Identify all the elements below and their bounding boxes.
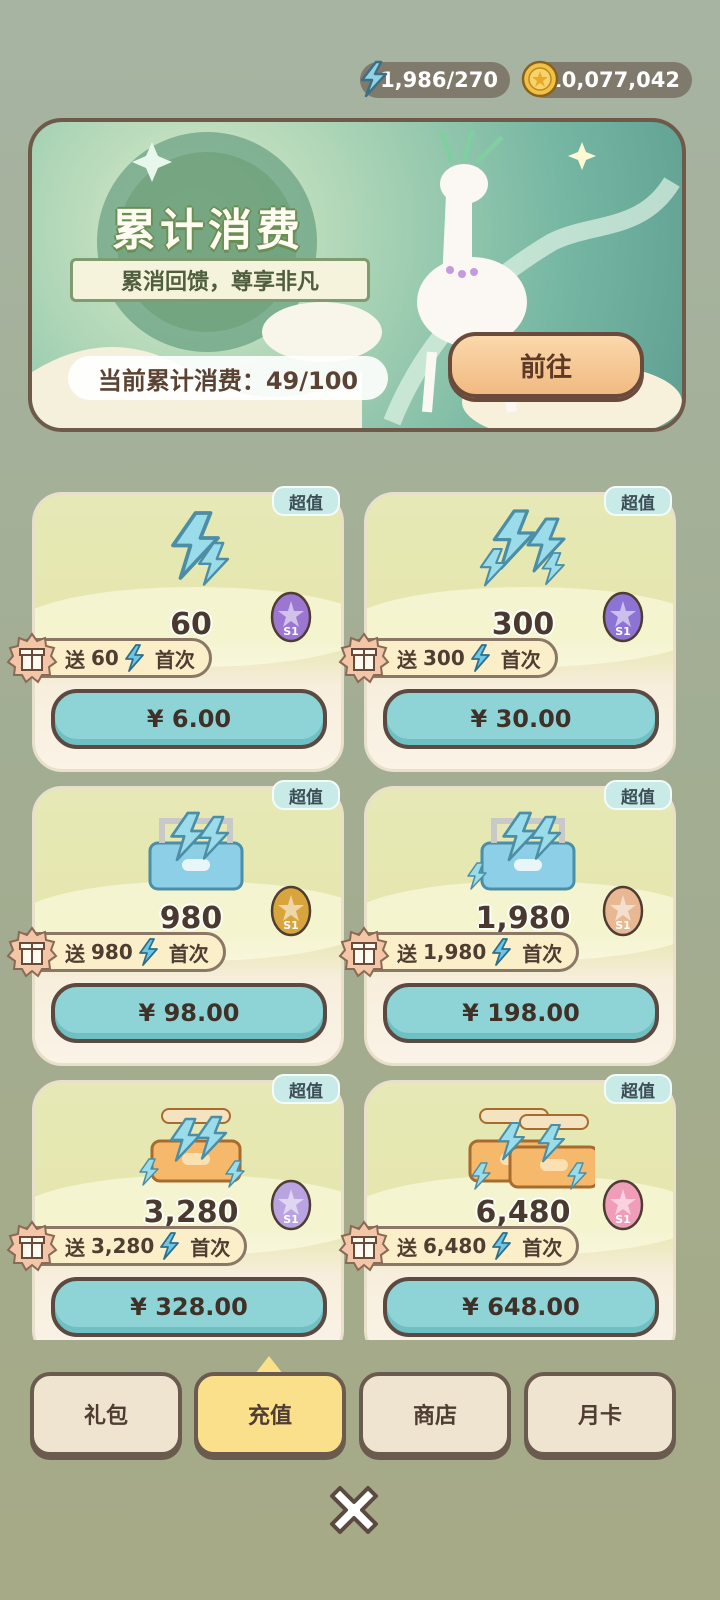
egg-label: S1 bbox=[615, 625, 631, 638]
lightning-icon bbox=[138, 938, 158, 966]
lightning-icon bbox=[160, 1232, 180, 1260]
gift-icon bbox=[6, 1220, 58, 1272]
lightning-icon bbox=[492, 1232, 512, 1260]
lightning-icon bbox=[492, 938, 512, 966]
bonus-amount: 300 bbox=[423, 646, 465, 670]
bonus-first-tag: 首次 bbox=[500, 647, 541, 672]
recharge-pack-card[interactable]: 60 S1 ¥ 6.00 bbox=[32, 492, 344, 772]
super-value-badge: 超值 bbox=[272, 486, 340, 516]
bonus-first-tag: 首次 bbox=[154, 647, 195, 672]
pet-egg-icon: S1 bbox=[602, 885, 644, 937]
egg-label: S1 bbox=[283, 625, 299, 638]
bonus-amount: 1,980 bbox=[423, 940, 487, 964]
tab-gift-pack[interactable]: 礼包 bbox=[30, 1372, 182, 1456]
bonus-first-tag: 首次 bbox=[190, 1235, 231, 1260]
super-value-badge: 超值 bbox=[272, 780, 340, 810]
crystal-pack-icon bbox=[139, 1108, 245, 1188]
bonus-prefix: 送 bbox=[65, 941, 85, 966]
bonus-amount: 60 bbox=[91, 646, 119, 670]
crystal-pack-icon bbox=[148, 811, 244, 891]
price-button[interactable]: ¥ 648.00 bbox=[383, 1277, 659, 1337]
bonus-prefix: 送 bbox=[65, 647, 85, 672]
price-button[interactable]: ¥ 98.00 bbox=[51, 983, 327, 1043]
recharge-pack-card[interactable]: 980 S1 ¥ 98.00 bbox=[32, 786, 344, 1066]
egg-label: S1 bbox=[615, 1213, 631, 1226]
close-x-icon[interactable] bbox=[322, 1478, 386, 1542]
pet-egg-icon: S1 bbox=[270, 591, 312, 643]
recharge-pack-card[interactable]: 3,280 S1 ¥ 328.00 bbox=[32, 1080, 344, 1340]
pet-egg-icon: S1 bbox=[602, 1179, 644, 1231]
pet-egg-icon: S1 bbox=[270, 1179, 312, 1231]
price-button[interactable]: ¥ 6.00 bbox=[51, 689, 327, 749]
bonus-prefix: 送 bbox=[397, 1235, 417, 1260]
egg-label: S1 bbox=[615, 919, 631, 932]
bonus-amount: 980 bbox=[91, 940, 133, 964]
tab-shop[interactable]: 商店 bbox=[359, 1372, 511, 1456]
lightning-icon bbox=[124, 644, 144, 672]
super-value-badge: 超值 bbox=[272, 1074, 340, 1104]
gift-icon bbox=[338, 632, 390, 684]
crystal-pack-icon bbox=[479, 509, 566, 587]
price-button[interactable]: ¥ 328.00 bbox=[51, 1277, 327, 1337]
tab-recharge[interactable]: 充值 bbox=[194, 1372, 346, 1456]
super-value-badge: 超值 bbox=[604, 1074, 672, 1104]
crystal-pack-icon bbox=[171, 511, 230, 586]
recharge-pack-card[interactable]: 1,980 S1 ¥ 198.00 bbox=[364, 786, 676, 1066]
bonus-prefix: 送 bbox=[397, 647, 417, 672]
recharge-pack-card[interactable]: 6,480 S1 ¥ 648.00 bbox=[364, 1080, 676, 1340]
bonus-prefix: 送 bbox=[65, 1235, 85, 1260]
price-button[interactable]: ¥ 30.00 bbox=[383, 689, 659, 749]
gift-icon bbox=[338, 926, 390, 978]
gift-icon bbox=[6, 632, 58, 684]
lightning-icon bbox=[470, 644, 490, 672]
super-value-badge: 超值 bbox=[604, 486, 672, 516]
gift-icon bbox=[338, 1220, 390, 1272]
egg-label: S1 bbox=[283, 919, 299, 932]
bonus-amount: 6,480 bbox=[423, 1234, 487, 1258]
super-value-badge: 超值 bbox=[604, 780, 672, 810]
recharge-pack-card[interactable]: 300 S1 ¥ 30.00 bbox=[364, 492, 676, 772]
bonus-first-tag: 首次 bbox=[522, 941, 563, 966]
crystal-pack-icon bbox=[467, 811, 576, 891]
crystal-pack-icon bbox=[468, 1108, 595, 1190]
bonus-first-tag: 首次 bbox=[522, 1235, 563, 1260]
gift-icon bbox=[6, 926, 58, 978]
pet-egg-icon: S1 bbox=[270, 885, 312, 937]
bonus-prefix: 送 bbox=[397, 941, 417, 966]
price-button[interactable]: ¥ 198.00 bbox=[383, 983, 659, 1043]
egg-label: S1 bbox=[283, 1213, 299, 1226]
bonus-amount: 3,280 bbox=[91, 1234, 155, 1258]
recharge-pack-grid: 60 S1 ¥ 6.00 超值 送 60 首次 300 S1 ¥ 30.00 超… bbox=[0, 0, 720, 1340]
bonus-first-tag: 首次 bbox=[168, 941, 209, 966]
pet-egg-icon: S1 bbox=[602, 591, 644, 643]
tab-monthly-card[interactable]: 月卡 bbox=[524, 1372, 676, 1456]
